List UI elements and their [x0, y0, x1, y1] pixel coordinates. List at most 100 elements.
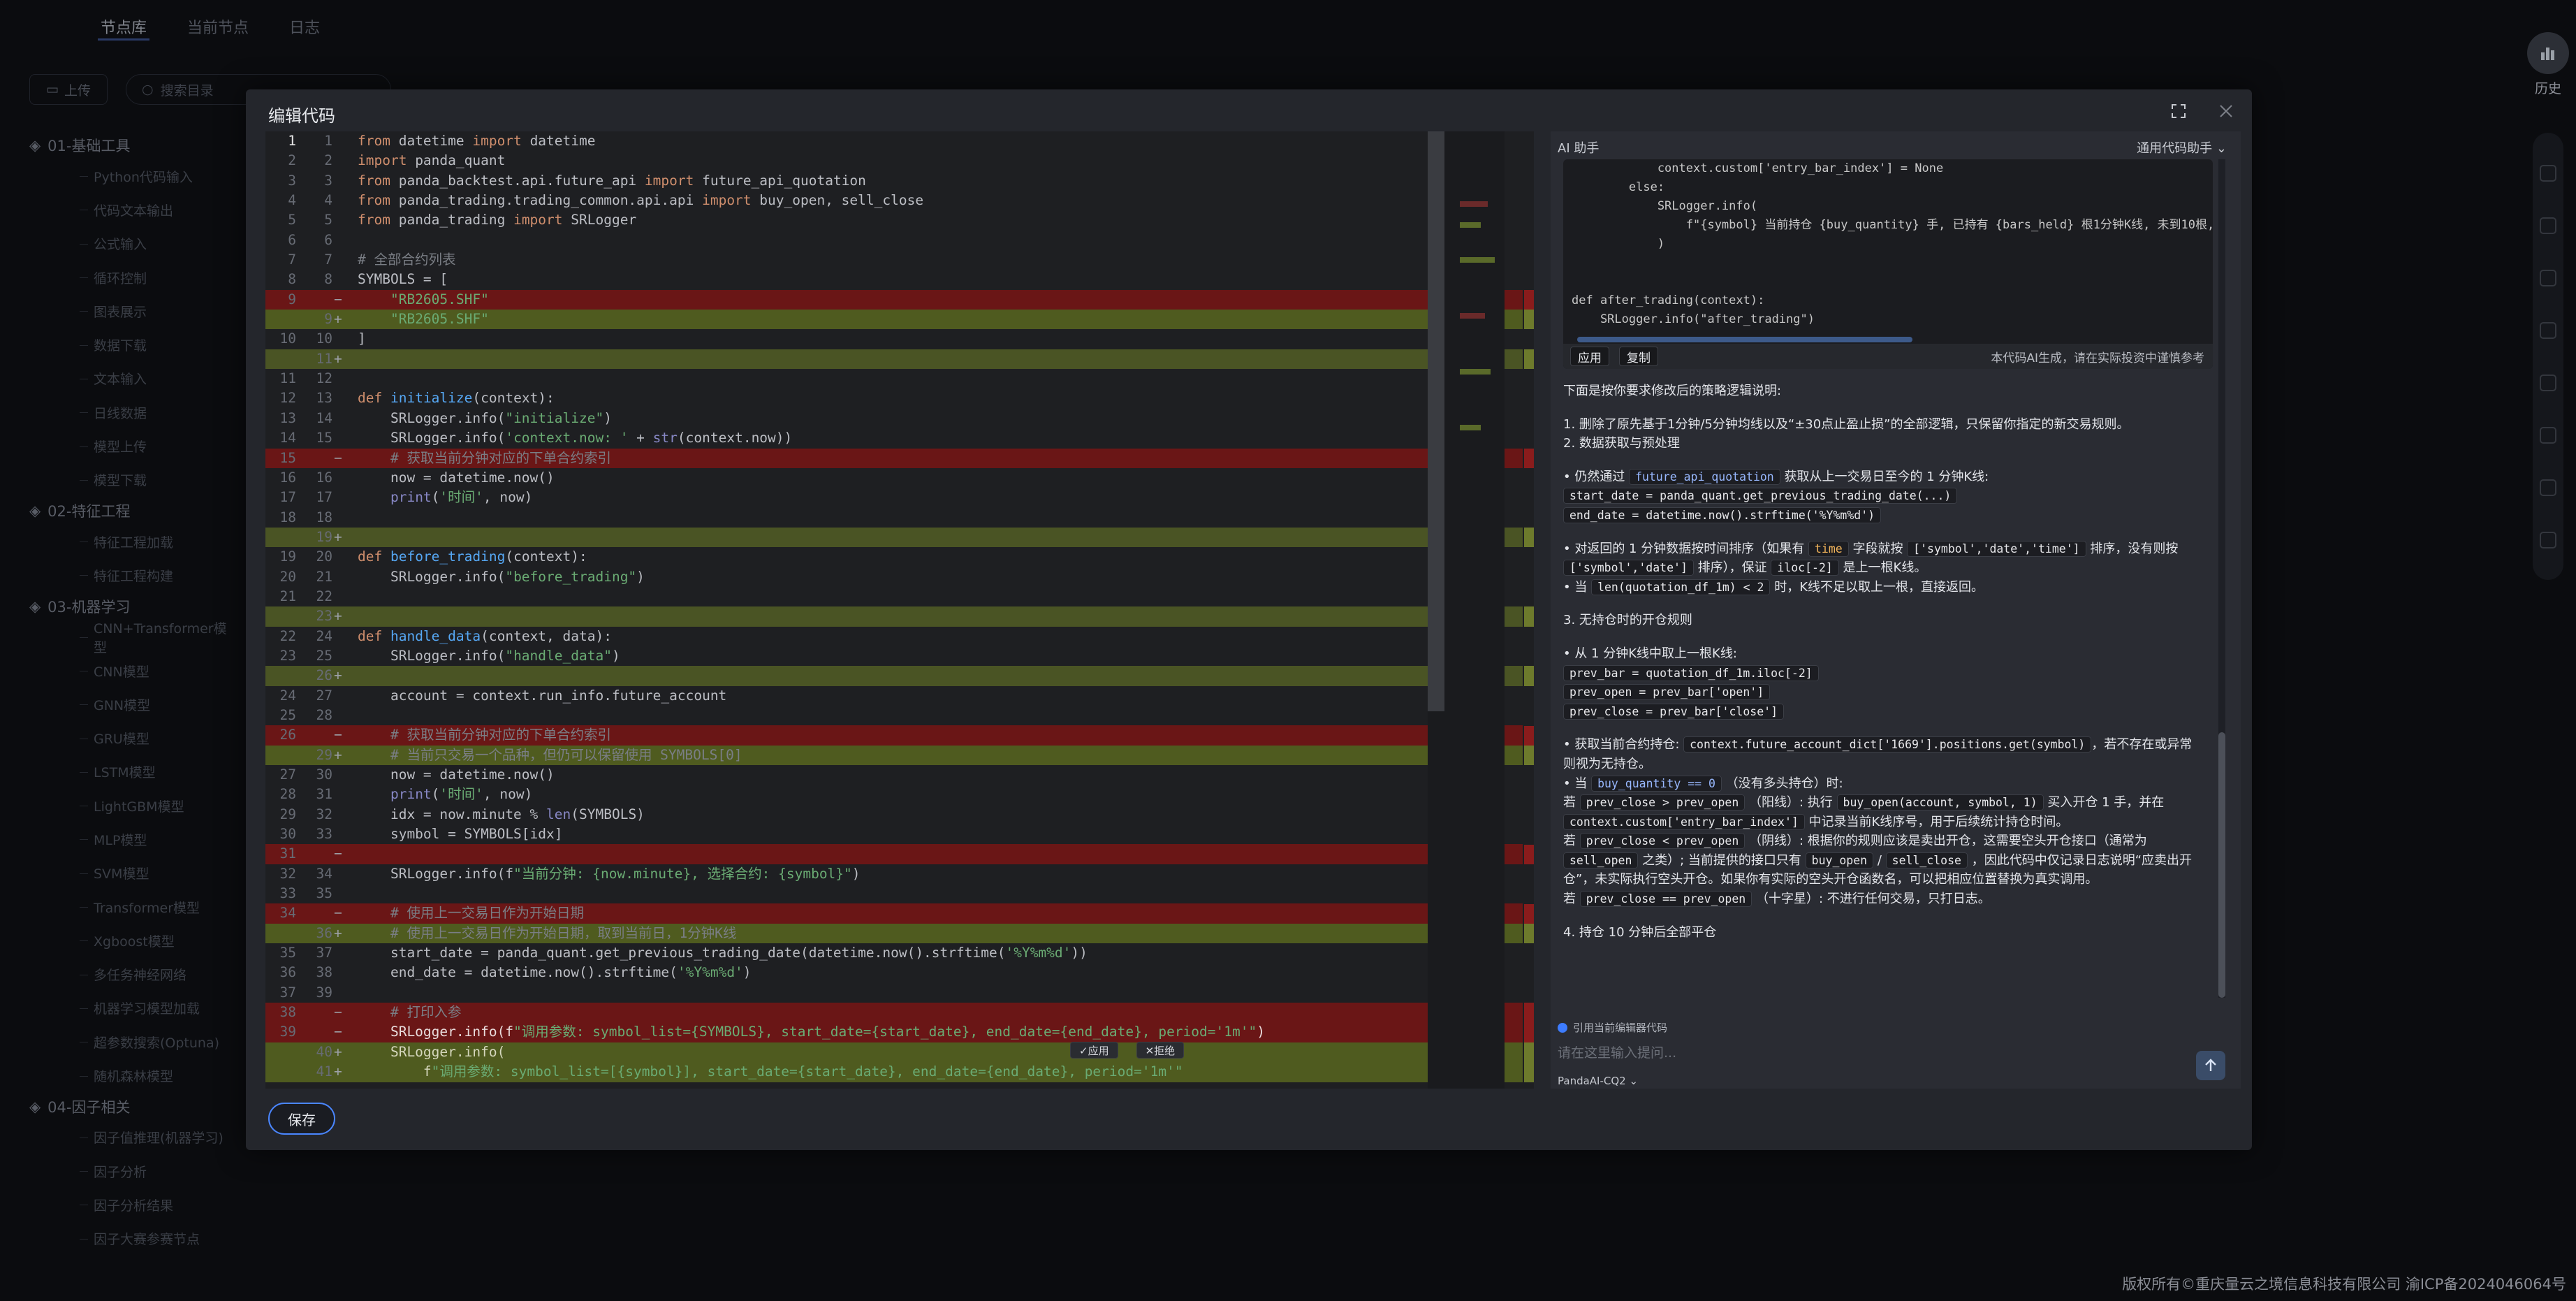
reject-diff-button[interactable]: ✕拒绝: [1136, 1042, 1185, 1059]
tree-item[interactable]: 日线数据: [29, 395, 239, 429]
code-line[interactable]: 20 21 SRLogger.info("before_trading"): [265, 567, 1523, 587]
tree-item[interactable]: 模型上传: [29, 429, 239, 463]
tree-item[interactable]: 多任务神经网络: [29, 958, 239, 991]
import-icon[interactable]: [2540, 269, 2556, 286]
assistant-mode-dropdown[interactable]: 通用代码助手 ⌄: [2137, 138, 2227, 157]
code-line[interactable]: 3 3 from panda_backtest.api.future_api imp…: [265, 171, 1523, 191]
history-button[interactable]: 历史: [2520, 32, 2576, 97]
ai-question-input[interactable]: 请在这里输入提问...: [1558, 1042, 1676, 1061]
tree-item[interactable]: LSTM模型: [29, 755, 239, 789]
code-line[interactable]: 32 34 SRLogger.info(f"当前分钟: {now.minute},…: [265, 864, 1523, 884]
code-line[interactable]: 9 + "RB2605.SHF": [265, 310, 1523, 330]
code-line[interactable]: 23 +: [265, 606, 1523, 627]
tree-item[interactable]: 文本输入: [29, 362, 239, 395]
tree-item[interactable]: 超参数搜索(Optuna): [29, 1025, 239, 1059]
tree-item[interactable]: 因子大赛参赛节点: [29, 1222, 239, 1256]
tree-item[interactable]: 图表展示: [29, 294, 239, 328]
tree-group-4[interactable]: ◈ 04-因子相关: [29, 1093, 239, 1121]
apply-code-button[interactable]: 应用: [1570, 347, 1609, 366]
close-icon[interactable]: [2214, 99, 2238, 123]
code-line[interactable]: 9 − "RB2605.SHF": [265, 289, 1523, 310]
code-line[interactable]: 26 +: [265, 666, 1523, 686]
tree-item[interactable]: 特征工程构建: [29, 558, 239, 592]
tree-item[interactable]: Transformer模型: [29, 890, 239, 924]
code-horizontal-scrollbar[interactable]: [1573, 335, 2202, 342]
tree-item[interactable]: Python代码输入: [29, 159, 239, 193]
tab-current-node[interactable]: 当前节点: [184, 13, 251, 41]
fit-view-icon[interactable]: [2540, 479, 2556, 496]
copy-code-button[interactable]: 复制: [1619, 347, 1658, 366]
tree-item[interactable]: GRU模型: [29, 721, 239, 755]
code-line[interactable]: 7 7 # 全部合约列表: [265, 250, 1523, 270]
tree-item[interactable]: 公式输入: [29, 227, 239, 261]
tree-item[interactable]: 机器学习模型加载: [29, 991, 239, 1025]
code-line[interactable]: 22 24 def handle_data(context, data):: [265, 627, 1523, 646]
tab-log[interactable]: 日志: [286, 13, 323, 41]
tree-item[interactable]: 数据下载: [29, 328, 239, 361]
tree-item[interactable]: 因子值推理(机器学习): [29, 1121, 239, 1154]
tree-item[interactable]: Xgboost模型: [29, 924, 239, 957]
code-line[interactable]: 11 12: [265, 369, 1523, 388]
reference-editor-checkbox[interactable]: 引用当前编辑器代码: [1558, 1020, 1667, 1035]
editor-minimap[interactable]: [1428, 131, 1505, 1089]
code-line[interactable]: 23 25 SRLogger.info("handle_data"): [265, 646, 1523, 666]
apply-diff-button[interactable]: ✓应用: [1070, 1042, 1118, 1059]
code-line[interactable]: 4 4 from panda_trading.trading_common.api.…: [265, 191, 1523, 210]
save-button[interactable]: 保存: [268, 1103, 335, 1135]
tree-item[interactable]: GNN模型: [29, 688, 239, 721]
tree-item[interactable]: 因子分析: [29, 1154, 239, 1188]
code-line[interactable]: 66: [265, 231, 1523, 250]
refresh-icon[interactable]: [2540, 531, 2556, 548]
code-line[interactable]: 14 15 SRLogger.info('context.now: ' + str…: [265, 428, 1523, 448]
code-line[interactable]: 29 + # 当前只交易一个品种，但仍可以保留使用 SYMBOLS[0]: [265, 745, 1523, 765]
minimap-slider[interactable]: [1428, 131, 1444, 711]
tree-group-1[interactable]: ◈ 01-基础工具: [29, 131, 239, 159]
code-line[interactable]: 10 10]: [265, 329, 1523, 349]
code-line[interactable]: 40 + SRLogger.info(: [265, 1042, 1523, 1063]
code-line[interactable]: 24 27 account = context.run_info.future_a…: [265, 686, 1523, 706]
code-line[interactable]: 18 18: [265, 508, 1523, 528]
trash-icon[interactable]: [2540, 321, 2556, 339]
code-line[interactable]: 30 33 symbol = SYMBOLS[idx]: [265, 824, 1523, 844]
model-selector[interactable]: PandaAI-CQ2 ⌄: [1558, 1075, 1638, 1087]
tree-item[interactable]: MLP模型: [29, 822, 239, 856]
zoom-out-icon[interactable]: [2540, 426, 2556, 444]
tree-item[interactable]: CNN模型: [29, 654, 239, 688]
code-line[interactable]: 21 22: [265, 587, 1523, 606]
tree-group-3[interactable]: ◈ 03-机器学习: [29, 593, 239, 620]
code-line[interactable]: 16 16 now = datetime.now(): [265, 468, 1523, 488]
tree-item[interactable]: 特征工程加载: [29, 525, 239, 558]
code-line[interactable]: 19 +: [265, 527, 1523, 548]
send-button[interactable]: [2196, 1051, 2225, 1080]
code-line[interactable]: 36 38 end_date = datetime.now().strftime(…: [265, 963, 1523, 982]
tree-item[interactable]: SVM模型: [29, 857, 239, 890]
code-line[interactable]: 8 8 SYMBOLS = [: [265, 270, 1523, 289]
export-icon[interactable]: [2540, 217, 2556, 234]
save-file-icon[interactable]: [2540, 164, 2556, 182]
tab-node-library[interactable]: 节点库: [98, 13, 150, 41]
tree-item[interactable]: CNN+Transformer模型: [29, 620, 239, 655]
code-line[interactable]: 5 5 from panda_trading import SRLogger: [265, 210, 1523, 230]
code-line[interactable]: 17 17 print('时间', now): [265, 488, 1523, 507]
code-line[interactable]: 26 − # 获取当前分钟对应的下单合约索引: [265, 725, 1523, 746]
code-line[interactable]: 11 +: [265, 349, 1523, 370]
zoom-in-icon[interactable]: [2540, 374, 2556, 391]
code-line[interactable]: 28 31 print('时间', now): [265, 785, 1523, 804]
tree-group-2[interactable]: ◈ 02-特征工程: [29, 497, 239, 525]
code-line[interactable]: 33 35: [265, 884, 1523, 903]
code-line[interactable]: 19 20 def before_trading(context):: [265, 547, 1523, 567]
tree-item[interactable]: LightGBM模型: [29, 789, 239, 822]
code-line[interactable]: 36 + # 使用上一交易日作为开始日期，取到当前日，1分钟K线: [265, 923, 1523, 944]
code-line[interactable]: 38 − # 打印入参: [265, 1003, 1523, 1023]
ai-vertical-scrollbar[interactable]: [2218, 159, 2225, 998]
code-line[interactable]: 25 28: [265, 706, 1523, 725]
code-line[interactable]: 35 37 start_date = panda_quant.get_previo…: [265, 943, 1523, 963]
code-line[interactable]: 13 14 SRLogger.info("initialize"): [265, 409, 1523, 428]
code-editor[interactable]: 1 1 from datetime import datetime 2 2 import …: [265, 131, 1534, 1089]
code-line[interactable]: 12 13 def initialize(context):: [265, 388, 1523, 408]
code-line[interactable]: 37 39: [265, 983, 1523, 1003]
tree-item[interactable]: 循环控制: [29, 261, 239, 294]
code-line[interactable]: 29 32 idx = now.minute % len(SYMBOLS): [265, 805, 1523, 824]
code-line[interactable]: 27 30 now = datetime.now(): [265, 765, 1523, 785]
tree-item[interactable]: 随机森林模型: [29, 1059, 239, 1092]
